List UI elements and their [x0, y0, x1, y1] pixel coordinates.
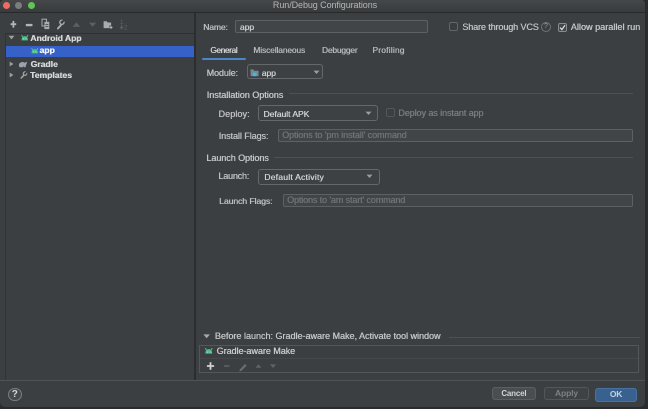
svg-text:2: 2: [124, 24, 128, 31]
